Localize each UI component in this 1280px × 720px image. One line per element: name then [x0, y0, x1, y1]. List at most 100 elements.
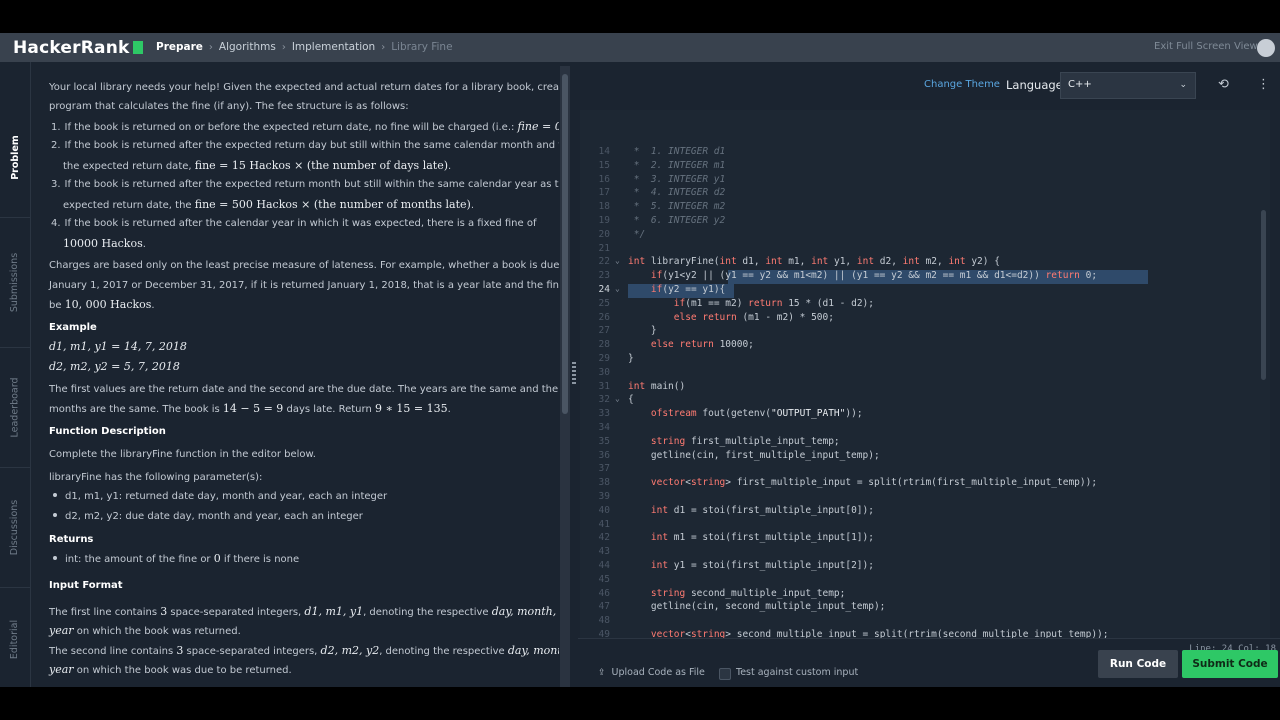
drag-handle-icon[interactable]: [572, 362, 576, 384]
change-theme-link[interactable]: Change Theme: [924, 79, 1000, 90]
code-line[interactable]: 28 else return 10000;: [580, 339, 1270, 353]
fullscreen-toggle-icon[interactable]: [1257, 39, 1275, 57]
line-number: 34: [598, 422, 610, 433]
code-editor[interactable]: 14 * 1. INTEGER d1 15 * 2. INTEGER m1 16 *…: [580, 110, 1270, 638]
code-line[interactable]: 38 vector<string> first_multiple_input =…: [580, 477, 1270, 491]
code-line[interactable]: 19 * 6. INTEGER y2: [580, 215, 1270, 229]
example-heading: Example: [49, 322, 97, 333]
math-expression: day, month,: [507, 644, 559, 657]
code-line[interactable]: 39: [580, 491, 1270, 505]
problem-scrollbar[interactable]: [560, 66, 570, 687]
code-line[interactable]: 32 ⌄ {: [580, 394, 1270, 408]
code-line[interactable]: 34: [580, 422, 1270, 436]
tab-discussions[interactable]: Discussions: [0, 472, 30, 582]
line-number: 35: [598, 435, 610, 447]
history-icon[interactable]: ⟲: [1218, 77, 1233, 92]
code-line[interactable]: 22 ⌄ int libraryFine(int d1, int m1, int y…: [580, 256, 1270, 270]
tab-editorial[interactable]: Editorial: [0, 592, 30, 687]
chevron-right-icon: ›: [281, 42, 286, 53]
left-tab-rail: Problem Submissions Leaderboard Discussi…: [0, 62, 31, 687]
text-part: space-separated integers,: [183, 646, 321, 657]
exit-fullscreen-link[interactable]: Exit Full Screen View: [1154, 41, 1258, 52]
rule-text: expected return date, the: [63, 200, 195, 211]
line-number: 41: [598, 518, 610, 530]
breadcrumb-algorithms[interactable]: Algorithms: [219, 41, 276, 53]
line-number: 38: [598, 477, 610, 489]
hackerrank-logo[interactable]: HackerRank: [13, 38, 143, 58]
code-line[interactable]: 29}: [580, 353, 1270, 367]
code-line[interactable]: 18 * 5. INTEGER m2: [580, 201, 1270, 215]
code-line[interactable]: 49 vector<string> second_multiple_input …: [580, 629, 1270, 638]
line-number: 39: [598, 491, 610, 502]
text-part: The first line contains: [49, 607, 161, 618]
submit-code-button[interactable]: Submit Code: [1182, 650, 1278, 678]
code-line[interactable]: 15 * 2. INTEGER m1: [580, 160, 1270, 174]
fold-chevron-icon[interactable]: ⌄: [615, 394, 620, 403]
code-text: string first_multiple_input_temp;: [650, 435, 840, 447]
line-number: 47: [598, 601, 610, 613]
function-description-text: libraryFine has the following parameter(…: [49, 472, 263, 483]
run-code-button[interactable]: Run Code: [1098, 650, 1178, 678]
editor-scrollbar-thumb[interactable]: [1261, 210, 1266, 380]
tab-submissions[interactable]: Submissions: [0, 222, 30, 342]
code-line[interactable]: 33 ofstream fout(getenv("OUTPUT_PATH"));: [580, 408, 1270, 422]
code-text: }: [628, 353, 634, 364]
code-line[interactable]: 42 int m1 = stoi(first_multiple_input[1]…: [580, 532, 1270, 546]
line-number: 37: [598, 463, 610, 475]
code-line[interactable]: 14 * 1. INTEGER d1: [580, 146, 1270, 160]
fold-chevron-icon[interactable]: ⌄: [615, 284, 620, 293]
code-line[interactable]: 37: [580, 463, 1270, 477]
logo-mark-icon: [132, 41, 143, 54]
code-line[interactable]: 27 }: [580, 325, 1270, 339]
rule-text: If the book is returned after the expect…: [64, 179, 559, 190]
line-number: 24: [598, 284, 610, 295]
code-line[interactable]: 35 string first_multiple_input_temp;: [580, 436, 1270, 450]
more-options-icon[interactable]: ⋮: [1257, 77, 1270, 92]
code-text: getline(cin, second_multiple_input_temp)…: [628, 601, 886, 613]
code-line[interactable]: 25 if(m1 == m2) return 15 * (d1 - d2);: [580, 298, 1270, 312]
code-line[interactable]: 16 * 3. INTEGER y1: [580, 174, 1270, 188]
code-line[interactable]: 21: [580, 243, 1270, 257]
upload-code-button[interactable]: ⇪ Upload Code as File: [598, 667, 705, 678]
code-line[interactable]: 31 int main(): [580, 381, 1270, 395]
code-line[interactable]: 23 if(y1<y2 || (y1 == y2 && m1<m2) || (y…: [580, 270, 1270, 284]
input-format-text: The first line contains 3 space-separate…: [49, 602, 556, 623]
code-line[interactable]: 26 else return (m1 - m2) * 500;: [580, 312, 1270, 326]
code-text: */: [628, 228, 646, 240]
code-line[interactable]: 46 string second_multiple_input_temp;: [580, 588, 1270, 602]
code-text: if(y2 == y1){: [650, 284, 726, 295]
code-line[interactable]: 44 int y1 = stoi(first_multiple_input[2]…: [580, 560, 1270, 574]
rail-divider: [0, 587, 30, 588]
language-select[interactable]: C++ ⌄: [1060, 72, 1196, 99]
code-line[interactable]: 40 int d1 = stoi(first_multiple_input[0]…: [580, 505, 1270, 519]
code-line[interactable]: 45: [580, 574, 1270, 588]
code-line[interactable]: 41: [580, 519, 1270, 533]
parameter-item: d1, m1, y1: returned date day, month and…: [53, 487, 545, 507]
upload-label: Upload Code as File: [611, 667, 705, 678]
fold-chevron-icon[interactable]: ⌄: [615, 256, 620, 265]
custom-input-checkbox[interactable]: [719, 668, 731, 680]
code-line[interactable]: 20 */: [580, 229, 1270, 243]
code-line[interactable]: 17 * 4. INTEGER d2: [580, 187, 1270, 201]
tab-problem[interactable]: Problem: [0, 102, 30, 212]
example-explanation: months are the same. The book is 14 − 5 …: [49, 399, 545, 420]
scrollbar-thumb[interactable]: [562, 74, 568, 414]
code-text: else return (m1 - m2) * 500;: [673, 311, 834, 323]
code-line[interactable]: 47 getline(cin, second_multiple_input_te…: [580, 601, 1270, 615]
breadcrumb-implementation[interactable]: Implementation: [292, 41, 375, 53]
code-line[interactable]: 43: [580, 546, 1270, 560]
returns-text: if there is none: [220, 554, 300, 565]
charges-text-part: .: [151, 300, 155, 311]
code-line[interactable]: 36 getline(cin, first_multiple_input_tem…: [580, 450, 1270, 464]
panel-splitter[interactable]: [570, 62, 578, 687]
tab-leaderboard[interactable]: Leaderboard: [0, 352, 30, 462]
code-line[interactable]: 30: [580, 367, 1270, 381]
math-expression: d2, m2, y2 = 5, 7, 2018: [49, 360, 180, 373]
rule-1: 1. If the book is returned on or before t…: [51, 117, 559, 138]
custom-input-label[interactable]: Test against custom input: [736, 667, 858, 678]
code-line[interactable]: 24 ⌄ if(y2 == y1){: [580, 284, 1270, 298]
breadcrumb-prepare[interactable]: Prepare: [156, 41, 203, 53]
text-part: and: [556, 607, 559, 618]
code-line[interactable]: 48: [580, 615, 1270, 629]
rail-divider: [0, 217, 30, 218]
